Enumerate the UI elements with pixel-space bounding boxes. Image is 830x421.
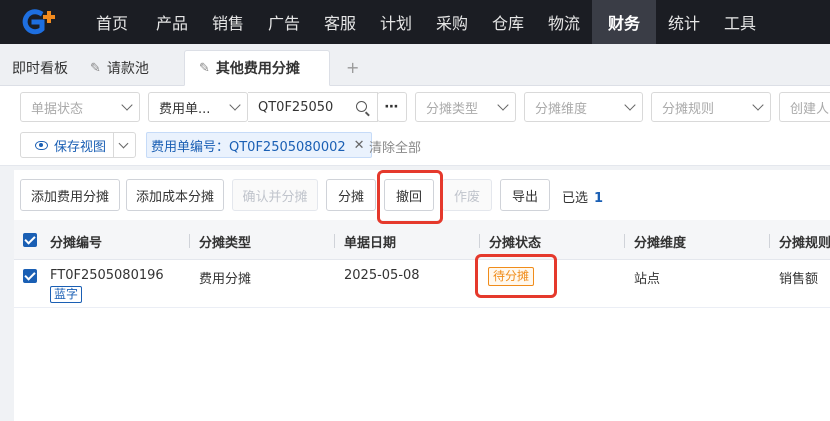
pin-icon: ✎ [90, 60, 101, 76]
tab-bar: 即时看板 ✎ 请款池 ✎ 其他费用分摊 + [0, 44, 830, 86]
alloc-dimension-select[interactable]: 分摊维度 [524, 92, 643, 122]
col-divider [189, 234, 190, 248]
allocate-button[interactable]: 分摊 [326, 179, 376, 211]
alloc-type-placeholder: 分摊类型 [426, 101, 479, 117]
add-expense-allocation-button[interactable]: 添加费用分摊 [20, 179, 120, 211]
search-value: QT0F25050 [258, 99, 334, 115]
creator-select[interactable]: 创建人 [779, 92, 830, 122]
clear-all-link[interactable]: 清除全部 [369, 137, 421, 156]
tab-label: 即时看板 [12, 61, 68, 77]
save-view-button[interactable]: 保存视图 [20, 132, 136, 158]
save-view-label: 保存视图 [54, 139, 107, 155]
doc-date-cell: 2025-05-08 [344, 268, 420, 283]
chevron-down-icon [229, 99, 241, 111]
add-tab-icon[interactable]: + [346, 58, 359, 77]
status-highlight-box [475, 254, 557, 298]
selected-count: 已选 1 [562, 187, 603, 206]
col-alloc-status[interactable]: 分摊状态 [489, 232, 541, 251]
col-divider [334, 234, 335, 248]
nav-item-5[interactable]: 计划 [368, 0, 424, 44]
chevron-down-icon[interactable] [118, 138, 129, 149]
nav-item-7[interactable]: 仓库 [480, 0, 536, 44]
alloc-rule-placeholder: 分摊规则 [662, 101, 715, 117]
col-alloc-id[interactable]: 分摊编号 [50, 232, 102, 251]
tab-other-expense-allocation[interactable]: ✎ 其他费用分摊 [184, 50, 330, 86]
top-nav: 首页 产品 销售 广告 客服 计划 采购 仓库 物流 财务 统计 工具 [0, 0, 830, 44]
app-logo[interactable] [0, 0, 80, 44]
blue-invoice-badge: 蓝字 [50, 286, 83, 303]
tab-dashboard[interactable]: 即时看板 [12, 50, 68, 86]
filter-tag-label: 费用单编号：QT0F2505080002 [151, 139, 346, 155]
chevron-down-icon [121, 99, 133, 111]
chevron-down-icon [752, 99, 764, 111]
alloc-rule-cell: 销售额 [779, 272, 819, 287]
col-divider [624, 234, 625, 248]
nav-item-2[interactable]: 销售 [200, 0, 256, 44]
nav-item-9[interactable]: 财务 [592, 0, 656, 44]
selected-number: 1 [594, 191, 604, 206]
withdraw-highlight-box [377, 170, 443, 224]
divider [113, 133, 114, 157]
nav-item-3[interactable]: 广告 [256, 0, 312, 44]
creator-placeholder: 创建人 [790, 101, 830, 117]
tab-label: 其他费用分摊 [215, 61, 300, 77]
row-checkbox[interactable] [23, 269, 37, 283]
nav-item-10[interactable]: 统计 [656, 0, 712, 44]
nav-item-1[interactable]: 产品 [144, 0, 200, 44]
alloc-type-cell: 费用分摊 [199, 272, 252, 287]
main-panel: 添加费用分摊 添加成本分摊 确认并分摊 分摊 撤回 作废 导出 已选 1 分摊编号… [14, 170, 830, 421]
chevron-down-icon [497, 99, 509, 111]
tab-payment-pool[interactable]: ✎ 请款池 [90, 50, 149, 86]
logo-icon [22, 9, 55, 35]
select-all-checkbox[interactable] [23, 233, 37, 247]
col-divider [479, 234, 480, 248]
confirm-allocate-button[interactable]: 确认并分摊 [232, 179, 318, 211]
nav-item-0[interactable]: 首页 [80, 0, 144, 44]
col-alloc-dimension[interactable]: 分摊维度 [634, 232, 686, 251]
void-button[interactable]: 作废 [442, 179, 492, 211]
add-cost-allocation-button[interactable]: 添加成本分摊 [126, 179, 224, 211]
col-alloc-type[interactable]: 分摊类型 [199, 232, 251, 251]
col-doc-date[interactable]: 单据日期 [344, 232, 396, 251]
search-input[interactable]: QT0F25050 [248, 92, 378, 122]
eye-icon [35, 140, 48, 150]
chevron-down-icon [624, 99, 636, 111]
export-button[interactable]: 导出 [500, 179, 550, 211]
tab-label: 请款池 [106, 61, 149, 77]
col-divider [769, 234, 770, 248]
doc-type-select[interactable]: 费用单... [148, 92, 248, 122]
pin-icon: ✎ [199, 60, 210, 76]
col-alloc-rule[interactable]: 分摊规则 [779, 232, 830, 251]
alloc-rule-select[interactable]: 分摊规则 [651, 92, 771, 122]
nav-item-4[interactable]: 客服 [312, 0, 368, 44]
nav-item-6[interactable]: 采购 [424, 0, 480, 44]
table-header: 分摊编号 分摊类型 单据日期 分摊状态 分摊维度 分摊规则 [14, 220, 830, 260]
search-icon[interactable] [356, 101, 367, 112]
alloc-id-link[interactable]: FT0F2505080196 [50, 268, 164, 283]
table-row[interactable]: FT0F2505080196 蓝字 费用分摊 2025-05-08 待分摊 站点… [14, 260, 830, 308]
more-options-button[interactable]: ⋯ [377, 92, 407, 122]
status-placeholder: 单据状态 [31, 101, 84, 117]
close-icon[interactable]: ✕ [354, 138, 365, 153]
filter-area: 单据状态 费用单... QT0F25050 ⋯ 分摊类型 分摊维度 分摊规则 创… [0, 86, 830, 166]
selected-label: 已选 [562, 191, 589, 206]
doc-type-value: 费用单... [159, 101, 211, 117]
alloc-type-select[interactable]: 分摊类型 [415, 92, 516, 122]
status-select[interactable]: 单据状态 [20, 92, 140, 122]
alloc-dimension-cell: 站点 [634, 272, 661, 287]
nav-item-11[interactable]: 工具 [712, 0, 768, 44]
nav-item-8[interactable]: 物流 [536, 0, 592, 44]
alloc-dim-placeholder: 分摊维度 [535, 101, 588, 117]
active-filter-tag: 费用单编号：QT0F2505080002 ✕ [146, 132, 372, 158]
